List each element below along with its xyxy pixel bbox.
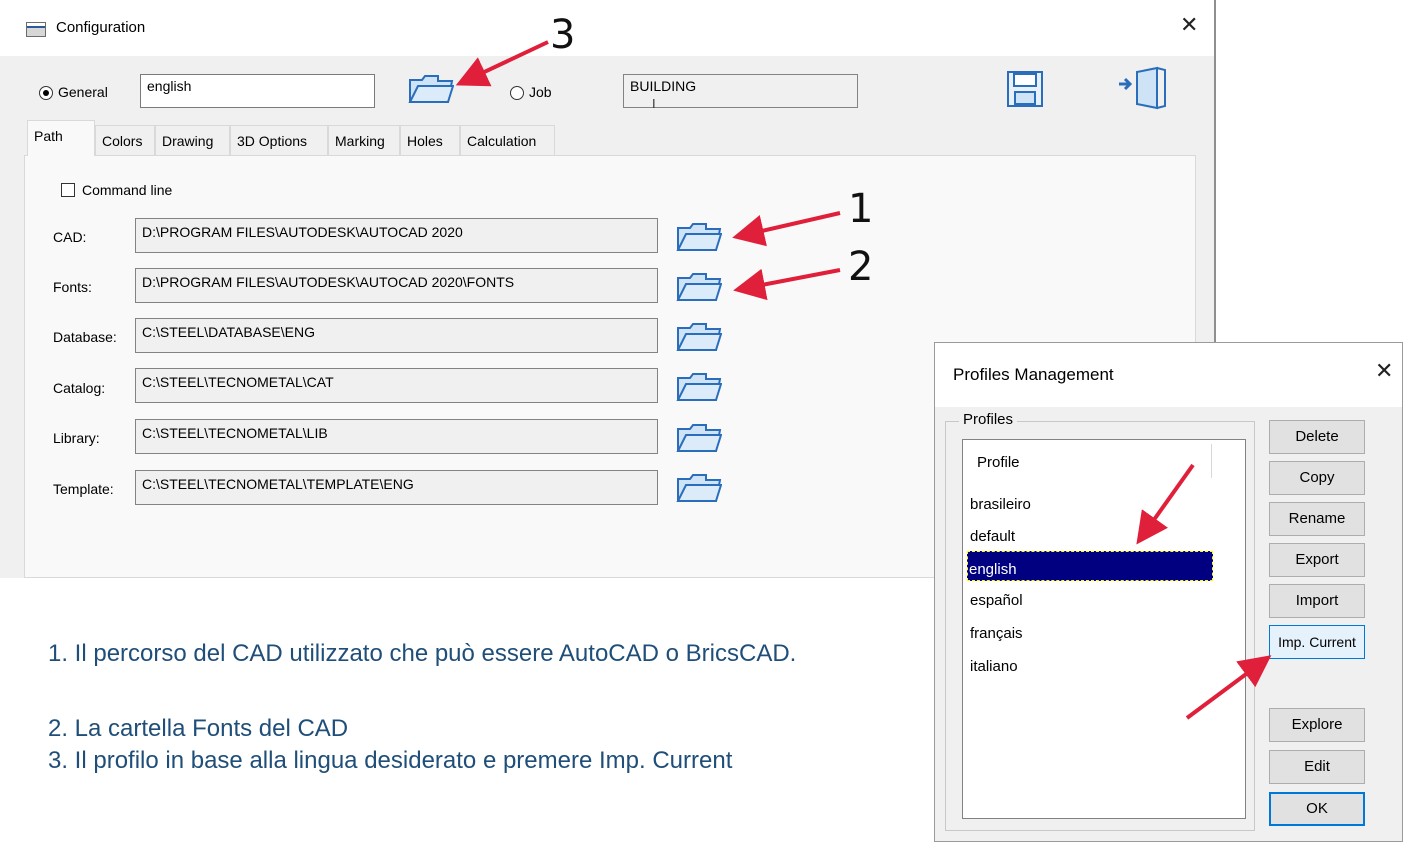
arrow-3	[455, 40, 549, 87]
tab-path[interactable]: Path	[27, 120, 95, 156]
arrow-2	[733, 268, 841, 301]
arrow-imp-current	[1185, 655, 1272, 720]
arrow-english	[1136, 463, 1195, 545]
note-1: 1. Il percorso del CAD utilizzato che pu…	[48, 640, 797, 667]
note-2: 2. La cartella Fonts del CAD	[48, 715, 349, 742]
arrow-1	[732, 211, 841, 247]
note-3: 3. Il profilo in base alla lingua deside…	[48, 747, 733, 774]
